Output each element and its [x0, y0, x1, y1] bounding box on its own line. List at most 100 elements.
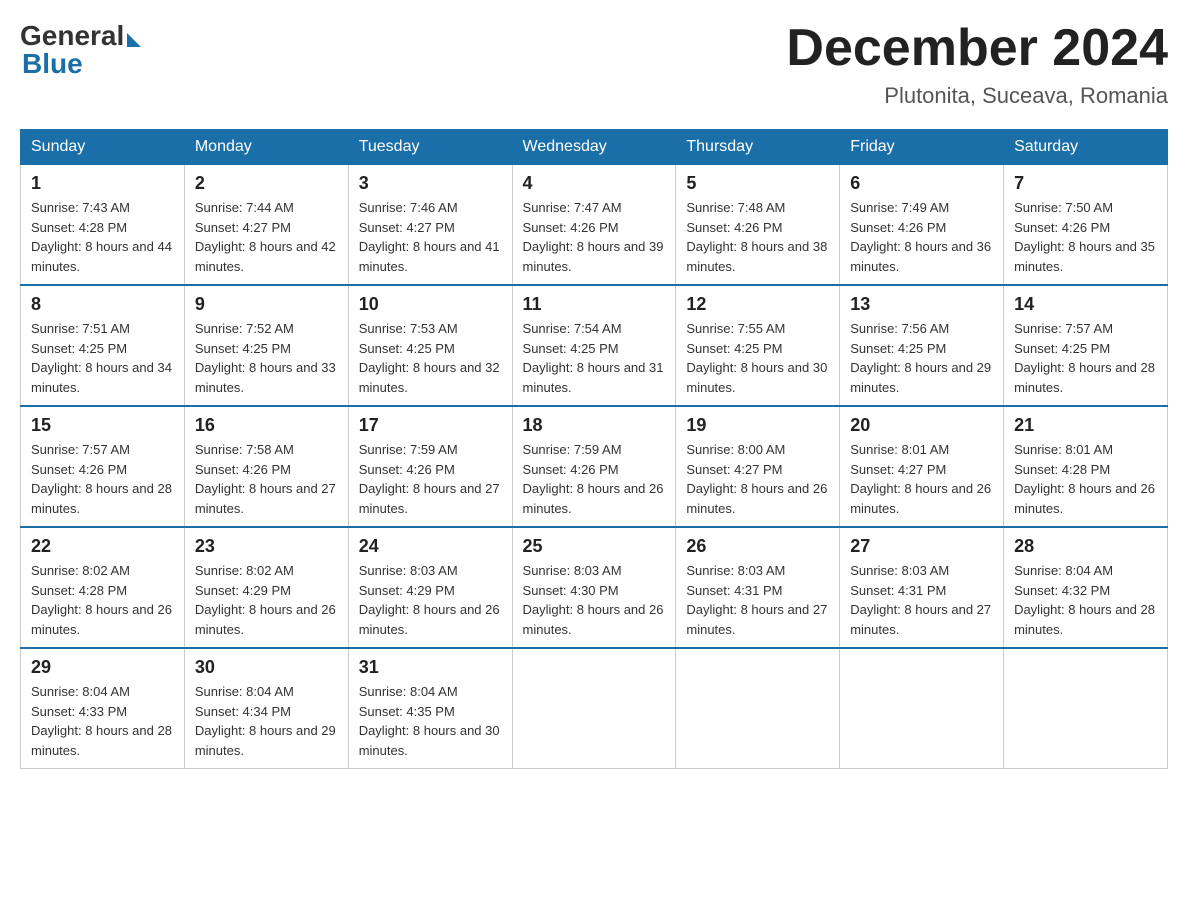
- header-sunday: Sunday: [21, 130, 185, 165]
- table-row: 22 Sunrise: 8:02 AMSunset: 4:28 PMDayligh…: [21, 527, 185, 648]
- table-row: 23 Sunrise: 8:02 AMSunset: 4:29 PMDayligh…: [184, 527, 348, 648]
- calendar-week-3: 15 Sunrise: 7:57 AMSunset: 4:26 PMDayligh…: [21, 406, 1168, 527]
- logo: General Blue: [20, 20, 141, 80]
- day-info: Sunrise: 7:56 AMSunset: 4:25 PMDaylight:…: [850, 319, 993, 397]
- day-number: 5: [686, 173, 829, 194]
- calendar-title: December 2024: [786, 20, 1168, 77]
- day-number: 7: [1014, 173, 1157, 194]
- day-number: 17: [359, 415, 502, 436]
- calendar-week-1: 1 Sunrise: 7:43 AMSunset: 4:28 PMDaylight…: [21, 165, 1168, 286]
- day-info: Sunrise: 7:55 AMSunset: 4:25 PMDaylight:…: [686, 319, 829, 397]
- table-row: 19Sunrise: 8:00 AMSunset: 4:27 PMDayligh…: [676, 406, 840, 527]
- day-info: Sunrise: 8:02 AMSunset: 4:28 PMDaylight:…: [31, 561, 174, 639]
- day-number: 8: [31, 294, 174, 315]
- day-info: Sunrise: 8:03 AMSunset: 4:31 PMDaylight:…: [850, 561, 993, 639]
- table-row: 13 Sunrise: 7:56 AMSunset: 4:25 PMDayligh…: [840, 285, 1004, 406]
- header-wednesday: Wednesday: [512, 130, 676, 165]
- table-row: 24 Sunrise: 8:03 AMSunset: 4:29 PMDayligh…: [348, 527, 512, 648]
- day-number: 25: [523, 536, 666, 557]
- table-row: 26 Sunrise: 8:03 AMSunset: 4:31 PMDayligh…: [676, 527, 840, 648]
- table-row: 7 Sunrise: 7:50 AMSunset: 4:26 PMDaylight…: [1004, 165, 1168, 286]
- day-info: Sunrise: 7:44 AMSunset: 4:27 PMDaylight:…: [195, 198, 338, 276]
- day-info: Sunrise: 8:03 AMSunset: 4:30 PMDaylight:…: [523, 561, 666, 639]
- day-number: 21: [1014, 415, 1157, 436]
- logo-blue-text: Blue: [20, 48, 83, 80]
- calendar-week-4: 22 Sunrise: 8:02 AMSunset: 4:28 PMDayligh…: [21, 527, 1168, 648]
- title-section: December 2024 Plutonita, Suceava, Romani…: [786, 20, 1168, 109]
- day-info: Sunrise: 7:52 AMSunset: 4:25 PMDaylight:…: [195, 319, 338, 397]
- table-row: 9 Sunrise: 7:52 AMSunset: 4:25 PMDaylight…: [184, 285, 348, 406]
- day-number: 19: [686, 415, 829, 436]
- day-number: 11: [523, 294, 666, 315]
- table-row: [676, 648, 840, 769]
- table-row: 1 Sunrise: 7:43 AMSunset: 4:28 PMDaylight…: [21, 165, 185, 286]
- day-info: Sunrise: 7:46 AMSunset: 4:27 PMDaylight:…: [359, 198, 502, 276]
- day-info: Sunrise: 8:03 AMSunset: 4:29 PMDaylight:…: [359, 561, 502, 639]
- day-info: Sunrise: 7:57 AMSunset: 4:25 PMDaylight:…: [1014, 319, 1157, 397]
- day-info: Sunrise: 7:54 AMSunset: 4:25 PMDaylight:…: [523, 319, 666, 397]
- day-info: Sunrise: 7:49 AMSunset: 4:26 PMDaylight:…: [850, 198, 993, 276]
- day-number: 1: [31, 173, 174, 194]
- table-row: [512, 648, 676, 769]
- table-row: 29 Sunrise: 8:04 AMSunset: 4:33 PMDayligh…: [21, 648, 185, 769]
- day-number: 20: [850, 415, 993, 436]
- day-number: 12: [686, 294, 829, 315]
- table-row: 8Sunrise: 7:51 AMSunset: 4:25 PMDaylight…: [21, 285, 185, 406]
- day-number: 6: [850, 173, 993, 194]
- page-header: General Blue December 2024 Plutonita, Su…: [20, 20, 1168, 109]
- table-row: 14 Sunrise: 7:57 AMSunset: 4:25 PMDayligh…: [1004, 285, 1168, 406]
- day-info: Sunrise: 7:48 AMSunset: 4:26 PMDaylight:…: [686, 198, 829, 276]
- day-info: Sunrise: 8:04 AMSunset: 4:34 PMDaylight:…: [195, 682, 338, 760]
- day-number: 3: [359, 173, 502, 194]
- day-number: 27: [850, 536, 993, 557]
- day-number: 15: [31, 415, 174, 436]
- table-row: 6 Sunrise: 7:49 AMSunset: 4:26 PMDaylight…: [840, 165, 1004, 286]
- day-number: 30: [195, 657, 338, 678]
- day-number: 2: [195, 173, 338, 194]
- table-row: 21 Sunrise: 8:01 AMSunset: 4:28 PMDayligh…: [1004, 406, 1168, 527]
- header-friday: Friday: [840, 130, 1004, 165]
- day-number: 13: [850, 294, 993, 315]
- logo-arrow-icon: [127, 33, 141, 47]
- day-info: Sunrise: 8:04 AMSunset: 4:33 PMDaylight:…: [31, 682, 174, 760]
- day-number: 14: [1014, 294, 1157, 315]
- day-info: Sunrise: 8:01 AMSunset: 4:27 PMDaylight:…: [850, 440, 993, 518]
- day-info: Sunrise: 7:59 AMSunset: 4:26 PMDaylight:…: [523, 440, 666, 518]
- day-info: Sunrise: 7:43 AMSunset: 4:28 PMDaylight:…: [31, 198, 174, 276]
- day-number: 10: [359, 294, 502, 315]
- day-number: 9: [195, 294, 338, 315]
- day-info: Sunrise: 8:01 AMSunset: 4:28 PMDaylight:…: [1014, 440, 1157, 518]
- day-number: 4: [523, 173, 666, 194]
- calendar-week-5: 29 Sunrise: 8:04 AMSunset: 4:33 PMDayligh…: [21, 648, 1168, 769]
- table-row: 27 Sunrise: 8:03 AMSunset: 4:31 PMDayligh…: [840, 527, 1004, 648]
- day-info: Sunrise: 7:59 AMSunset: 4:26 PMDaylight:…: [359, 440, 502, 518]
- table-row: 25 Sunrise: 8:03 AMSunset: 4:30 PMDayligh…: [512, 527, 676, 648]
- table-row: 3 Sunrise: 7:46 AMSunset: 4:27 PMDaylight…: [348, 165, 512, 286]
- day-info: Sunrise: 7:50 AMSunset: 4:26 PMDaylight:…: [1014, 198, 1157, 276]
- table-row: 31Sunrise: 8:04 AMSunset: 4:35 PMDayligh…: [348, 648, 512, 769]
- day-number: 18: [523, 415, 666, 436]
- table-row: 10Sunrise: 7:53 AMSunset: 4:25 PMDayligh…: [348, 285, 512, 406]
- table-row: [1004, 648, 1168, 769]
- day-info: Sunrise: 8:02 AMSunset: 4:29 PMDaylight:…: [195, 561, 338, 639]
- day-number: 29: [31, 657, 174, 678]
- header-thursday: Thursday: [676, 130, 840, 165]
- day-info: Sunrise: 7:47 AMSunset: 4:26 PMDaylight:…: [523, 198, 666, 276]
- calendar-header-row: Sunday Monday Tuesday Wednesday Thursday…: [21, 130, 1168, 165]
- table-row: 2 Sunrise: 7:44 AMSunset: 4:27 PMDaylight…: [184, 165, 348, 286]
- table-row: 11 Sunrise: 7:54 AMSunset: 4:25 PMDayligh…: [512, 285, 676, 406]
- table-row: 18 Sunrise: 7:59 AMSunset: 4:26 PMDayligh…: [512, 406, 676, 527]
- day-info: Sunrise: 8:04 AMSunset: 4:35 PMDaylight:…: [359, 682, 502, 760]
- day-number: 22: [31, 536, 174, 557]
- table-row: 15 Sunrise: 7:57 AMSunset: 4:26 PMDayligh…: [21, 406, 185, 527]
- day-info: Sunrise: 7:57 AMSunset: 4:26 PMDaylight:…: [31, 440, 174, 518]
- table-row: 4 Sunrise: 7:47 AMSunset: 4:26 PMDaylight…: [512, 165, 676, 286]
- day-number: 26: [686, 536, 829, 557]
- day-info: Sunrise: 8:03 AMSunset: 4:31 PMDaylight:…: [686, 561, 829, 639]
- day-number: 24: [359, 536, 502, 557]
- day-number: 28: [1014, 536, 1157, 557]
- table-row: 20 Sunrise: 8:01 AMSunset: 4:27 PMDayligh…: [840, 406, 1004, 527]
- day-number: 23: [195, 536, 338, 557]
- table-row: [840, 648, 1004, 769]
- header-saturday: Saturday: [1004, 130, 1168, 165]
